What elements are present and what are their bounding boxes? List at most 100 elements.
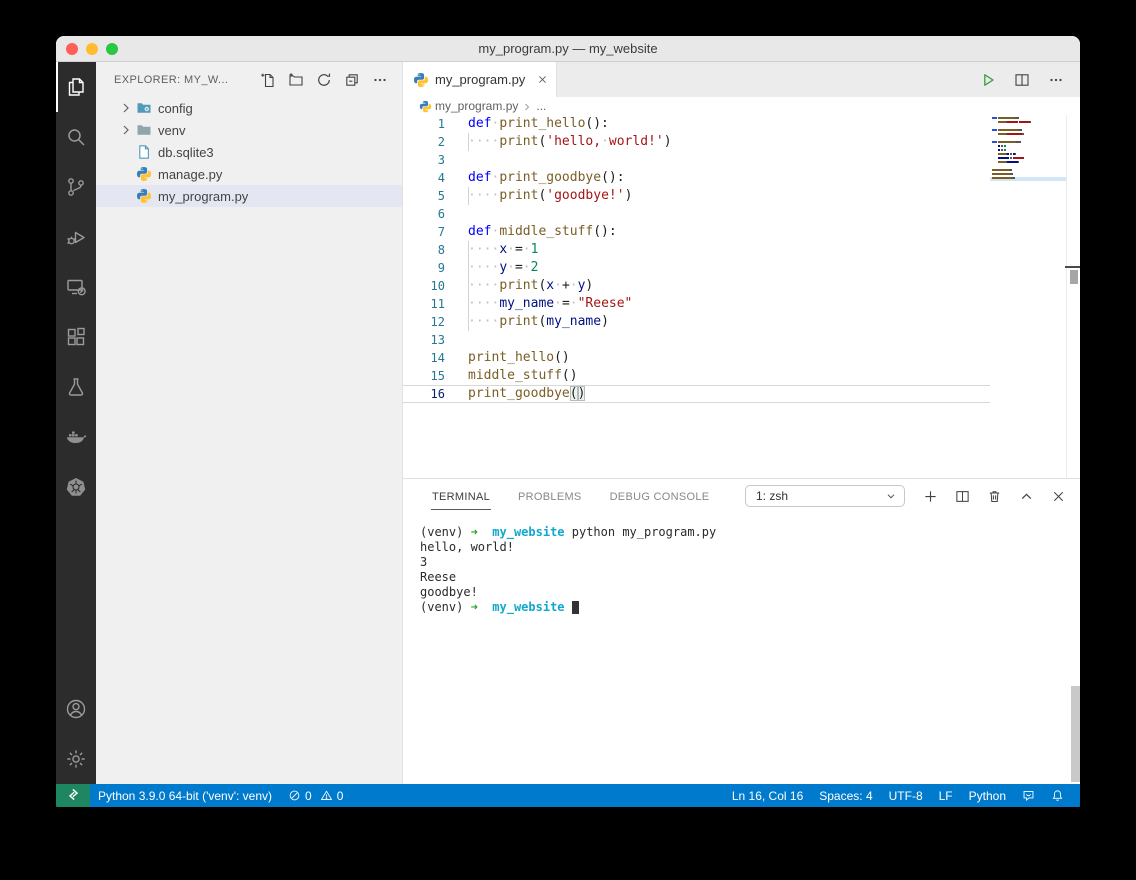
bottom-panel: TERMINAL PROBLEMS DEBUG CONSOLE 1: zsh (ve… [403, 478, 1080, 784]
chevron-right-icon [118, 122, 134, 138]
line-number: 2 [437, 135, 445, 149]
terminal-line: (venv) ➜ my_website [420, 600, 1080, 615]
indent-guide [468, 313, 469, 331]
panel-tab-problems[interactable]: PROBLEMS [517, 483, 583, 509]
code-line[interactable]: 10 ····print(x·+·y) [403, 277, 1080, 295]
activity-item-run-debug[interactable] [56, 212, 96, 262]
status-ln-16-col-16[interactable]: Ln 16, Col 16 [724, 789, 811, 803]
code-line[interactable]: 16 print_goodbye() [403, 385, 1080, 403]
activity-item-settings[interactable] [56, 734, 96, 784]
chevron-down-icon [884, 489, 898, 503]
terminal-scrollbar-thumb[interactable] [1071, 686, 1080, 782]
panel-tab-debug-console[interactable]: DEBUG CONSOLE [609, 483, 711, 509]
code-line[interactable]: 8 ····x·=·1 [403, 241, 1080, 259]
source-control-icon [64, 175, 88, 199]
code-line[interactable]: 12 ····print(my_name) [403, 313, 1080, 331]
code-line[interactable]: 11 ····my_name·=·"Reese" [403, 295, 1080, 313]
code-line[interactable]: 15 middle_stuff() [403, 367, 1080, 385]
status-python[interactable]: Python [961, 789, 1014, 803]
file-tree: config venv db.sqlite3 manage.py my_program.… [96, 97, 402, 207]
panel-tab-terminal[interactable]: TERMINAL [431, 483, 492, 510]
tab-close-icon[interactable] [537, 74, 548, 85]
activity-item-account[interactable] [56, 684, 96, 734]
code-line[interactable]: 7 def·middle_stuff(): [403, 223, 1080, 241]
breadcrumb-file[interactable]: my_program.py [435, 99, 518, 113]
new-terminal-icon[interactable] [923, 489, 938, 504]
tree-item-config[interactable]: config [96, 97, 402, 119]
close-panel-icon[interactable] [1051, 489, 1066, 504]
kill-terminal-icon[interactable] [987, 489, 1002, 504]
activity-item-explorer[interactable] [56, 62, 96, 112]
close-window-button[interactable] [66, 43, 78, 55]
problems-status[interactable]: 0 0 [280, 789, 351, 803]
overview-ruler[interactable] [1065, 115, 1080, 478]
activity-item-source-control[interactable] [56, 162, 96, 212]
kubernetes-icon [64, 475, 88, 499]
remote-explorer-icon [64, 275, 88, 299]
code-line[interactable]: 5 ····print('goodbye!') [403, 187, 1080, 205]
activity-item-kubernetes[interactable] [56, 462, 96, 512]
status-utf-8[interactable]: UTF-8 [881, 789, 931, 803]
new-file-icon[interactable] [260, 72, 276, 88]
terminal-line: goodbye! [420, 585, 478, 599]
editor-scrollbar-thumb[interactable] [1070, 270, 1078, 284]
activity-item-testing[interactable] [56, 362, 96, 412]
status-spaces-4[interactable]: Spaces: 4 [811, 789, 880, 803]
line-number: 14 [430, 351, 445, 365]
tree-item-venv[interactable]: venv [96, 119, 402, 141]
code-line[interactable]: 1 def·print_hello(): [403, 115, 1080, 133]
collapse-all-icon[interactable] [344, 72, 360, 88]
python-interpreter-status[interactable]: Python 3.9.0 64-bit ('venv': venv) [90, 789, 280, 803]
code-line[interactable]: 3 [403, 151, 1080, 169]
new-folder-icon[interactable] [288, 72, 304, 88]
line-number: 12 [430, 315, 445, 329]
file-db-icon [136, 144, 152, 160]
tree-item-db-sqlite3[interactable]: db.sqlite3 [96, 141, 402, 163]
maximize-panel-icon[interactable] [1019, 489, 1034, 504]
title-bar[interactable]: my_program.py — my_website [56, 36, 1080, 62]
terminal-shell-select[interactable]: 1: zsh [745, 485, 905, 507]
split-editor-icon[interactable] [1014, 72, 1030, 88]
code-line[interactable]: 4 def·print_goodbye(): [403, 169, 1080, 187]
activity-item-docker[interactable] [56, 412, 96, 462]
minimap[interactable] [990, 117, 1066, 181]
warning-icon [320, 789, 333, 802]
remote-indicator[interactable] [56, 784, 90, 807]
tab-my-program-py[interactable]: my_program.py [403, 62, 557, 97]
code-line[interactable]: 2 ····print('hello,·world!') [403, 133, 1080, 151]
terminal-output[interactable]: (venv) ➜ my_website python my_program.py… [403, 513, 1080, 615]
split-terminal-icon[interactable] [955, 489, 970, 504]
code-line[interactable]: 9 ····y·=·2 [403, 259, 1080, 277]
search-icon [64, 125, 88, 149]
more-icon[interactable] [1048, 72, 1064, 88]
code-line[interactable]: 14 print_hello() [403, 349, 1080, 367]
notifications-button[interactable] [1043, 789, 1072, 802]
activity-item-search[interactable] [56, 112, 96, 162]
code-line[interactable]: 13 [403, 331, 1080, 349]
overview-cursor-marker [1065, 266, 1080, 268]
status-bar: Python 3.9.0 64-bit ('venv': venv) 0 0 L… [56, 784, 1080, 807]
feedback-button[interactable] [1014, 789, 1043, 802]
line-number: 7 [437, 225, 445, 239]
refresh-icon[interactable] [316, 72, 332, 88]
run-button[interactable] [980, 72, 996, 88]
tree-item-my-program-py[interactable]: my_program.py [96, 185, 402, 207]
tree-item-manage-py[interactable]: manage.py [96, 163, 402, 185]
minimize-window-button[interactable] [86, 43, 98, 55]
activity-item-extensions[interactable] [56, 312, 96, 362]
settings-icon [64, 747, 88, 771]
line-number: 4 [437, 171, 445, 185]
more-icon[interactable] [372, 72, 388, 88]
code-line[interactable]: 6 [403, 205, 1080, 223]
indent-guide [468, 241, 469, 259]
code-editor[interactable]: 1 def·print_hello(): 2 ····print('hello,·wo… [403, 115, 1080, 478]
breadcrumb-more[interactable]: ... [536, 99, 546, 113]
minimap-lines [990, 117, 1066, 179]
zoom-window-button[interactable] [106, 43, 118, 55]
activity-item-remote-explorer[interactable] [56, 262, 96, 312]
status-lf[interactable]: LF [931, 789, 961, 803]
indent-guide [468, 259, 469, 277]
